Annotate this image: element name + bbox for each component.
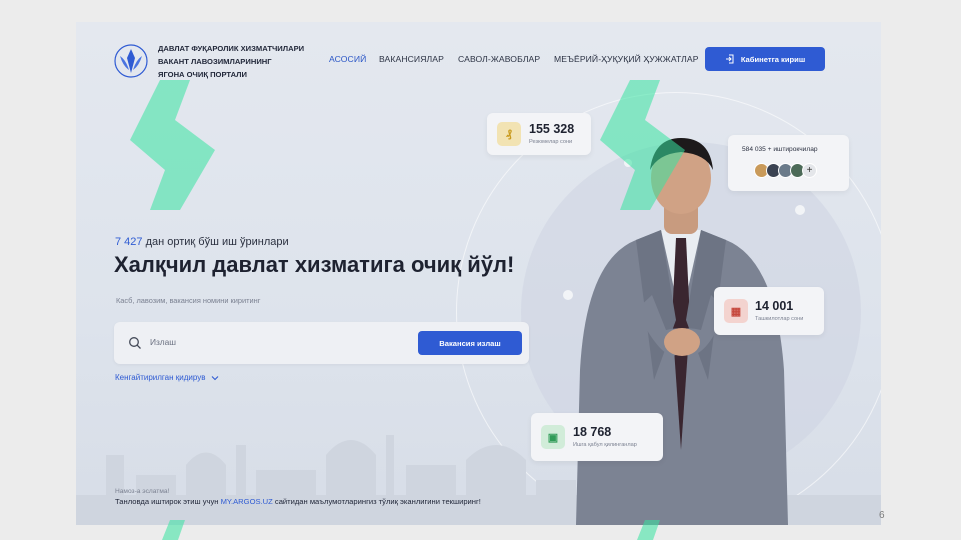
presentation-slide: ДАВЛАТ ФУҚАРОЛИК ХИЗМАТЧИЛАРИ ВАКАНТ ЛАВ… (0, 0, 961, 540)
search-bar[interactable]: Излаш Вакансия излаш (114, 322, 529, 364)
organizations-stat-card: ▦ 14 001 Ташкилотлар сони (714, 287, 824, 335)
advanced-search-label: Кенгайтирилган қидирув (115, 373, 206, 382)
search-input[interactable]: Излаш (150, 337, 176, 347)
cabinet-login-label: Кабинетга кириш (740, 54, 806, 64)
notice-suffix: сайтидан маълумотларингиз тўлиқ эканлиги… (272, 497, 481, 506)
notice-prefix: Танловда иштирок этиш учун (115, 497, 221, 506)
nav-home[interactable]: АСОСИЙ (329, 54, 366, 64)
hired-stat-card: ▣ 18 768 Ишга қабул қилинганлар (531, 413, 663, 461)
resume-icon: ₰ (497, 122, 521, 146)
portal-name-line: ЯГОНА ОЧИҚ ПОРТАЛИ (158, 70, 247, 79)
portal-screenshot: ДАВЛАТ ФУҚАРОЛИК ХИЗМАТЧИЛАРИ ВАКАНТ ЛАВ… (76, 22, 881, 525)
resumes-stat-card: ₰ 155 328 Резюмелар сони (487, 113, 591, 155)
search-icon (129, 337, 141, 349)
notice-title: Намоз-а эслатма! (115, 488, 170, 495)
resumes-count: 155 328 (529, 122, 575, 136)
nav-legal-documents[interactable]: МЕЪЁРИЙ-ҲУҚУҚИЙ ҲУЖЖАТЛАР (554, 54, 699, 64)
hired-label: Ишга қабул қилинганлар (573, 442, 637, 448)
slide-page-number: 6 (879, 510, 885, 521)
hired-count: 18 768 (573, 425, 612, 439)
login-icon (725, 54, 734, 64)
search-vacancy-button[interactable]: Вакансия излаш (418, 331, 522, 355)
advanced-search-toggle[interactable]: Кенгайтирилган қидирув (115, 373, 219, 382)
nav-vacancies[interactable]: ВАКАНСИЯЛАР (379, 54, 444, 64)
hero-headline: Халқчил давлат хизматига очиқ йўл! (114, 252, 515, 277)
building-icon: ▦ (724, 299, 748, 323)
more-avatars-icon: + (802, 163, 817, 178)
portal-logo[interactable] (114, 44, 148, 78)
search-hint: Касб, лавозим, вакансия номини киритинг (116, 296, 261, 305)
chevron-down-icon (212, 375, 219, 380)
portal-name-line: ДАВЛАТ ФУҚАРОЛИК ХИЗМАТЧИЛАРИ (158, 44, 305, 53)
portal-name: ДАВЛАТ ФУҚАРОЛИК ХИЗМАТЧИЛАРИ ВАКАНТ ЛАВ… (158, 42, 318, 81)
participant-avatars: + (754, 163, 817, 178)
notice-text: Танловда иштирок этиш учун MY.ARGOS.UZ с… (115, 497, 481, 506)
my-argos-link[interactable]: MY.ARGOS.UZ (221, 497, 273, 506)
participants-label: 584 035 + иштирокчилар (742, 146, 818, 153)
orbit-dot (795, 205, 805, 215)
organizations-label: Ташкилотлар сони (755, 316, 804, 322)
jobs-count-suffix: дан ортиқ бўш иш ўринлари (142, 236, 289, 248)
briefcase-icon: ▣ (541, 425, 565, 449)
jobs-count-line: 7 427 дан ортиқ бўш иш ўринлари (115, 236, 289, 248)
nav-faq[interactable]: САВОЛ-ЖАВОБЛАР (458, 54, 540, 64)
jobs-count: 7 427 (115, 236, 143, 248)
participants-stat-card: 584 035 + иштирокчилар + (728, 135, 849, 191)
resumes-label: Резюмелар сони (529, 139, 573, 145)
portal-name-line: ВАКАНТ ЛАВОЗИМЛАРИНИНГ (158, 57, 272, 66)
cabinet-login-button[interactable]: Кабинетга кириш (705, 47, 825, 71)
organizations-count: 14 001 (755, 299, 794, 313)
